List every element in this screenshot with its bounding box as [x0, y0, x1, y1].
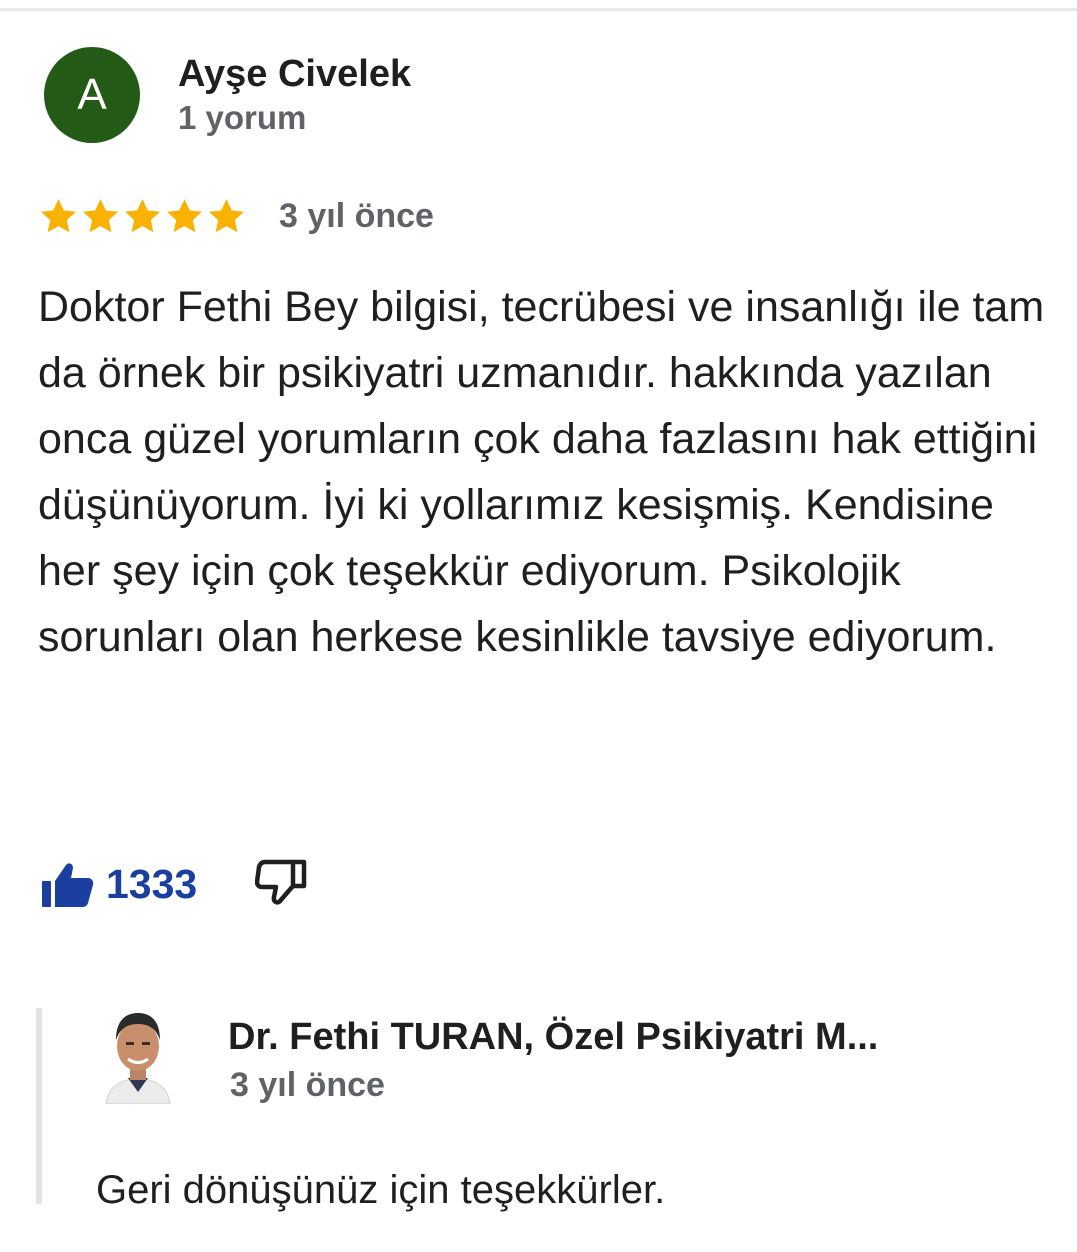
owner-reply-time: 3 yıl önce [230, 1066, 385, 1104]
star-icon [41, 199, 76, 233]
top-divider [0, 8, 1077, 11]
reviewer-meta: Ayşe Civelek 1 yorum [178, 51, 411, 139]
like-count: 1333 [106, 861, 198, 907]
star-icon [125, 199, 160, 233]
rating-row: 3 yıl önce [38, 196, 434, 237]
owner-reply: Dr. Fethi TURAN, Özel Psikiyatri M... 3 … [36, 1008, 1052, 1212]
thumbs-down-icon [254, 859, 307, 905]
avatar-initial: A [77, 70, 107, 119]
reactions-bar: 1333 [40, 858, 307, 911]
review-time: 3 yıl önce [279, 197, 434, 235]
review-text: Doktor Fethi Bey bilgisi, tecrübesi ve i… [38, 283, 1045, 661]
reviewer-review-count: 1 yorum [178, 99, 307, 136]
owner-name[interactable]: Dr. Fethi TURAN, Özel Psikiyatri M... [228, 1016, 878, 1059]
like-button[interactable]: 1333 [40, 861, 197, 909]
reviewer-avatar[interactable]: A [44, 47, 140, 143]
dislike-button[interactable] [254, 858, 307, 911]
thumbs-up-icon [42, 862, 94, 907]
owner-avatar[interactable] [102, 1008, 174, 1104]
reviewer-name[interactable]: Ayşe Civelek [178, 51, 411, 97]
star-icon [167, 199, 202, 233]
star-icon [209, 199, 244, 233]
star-rating [38, 196, 247, 237]
reviewer-header: A Ayşe Civelek 1 yorum [44, 47, 411, 143]
owner-reply-text: Geri dönüşünüz için teşekkürler. [96, 1168, 666, 1212]
star-icon [83, 199, 118, 233]
